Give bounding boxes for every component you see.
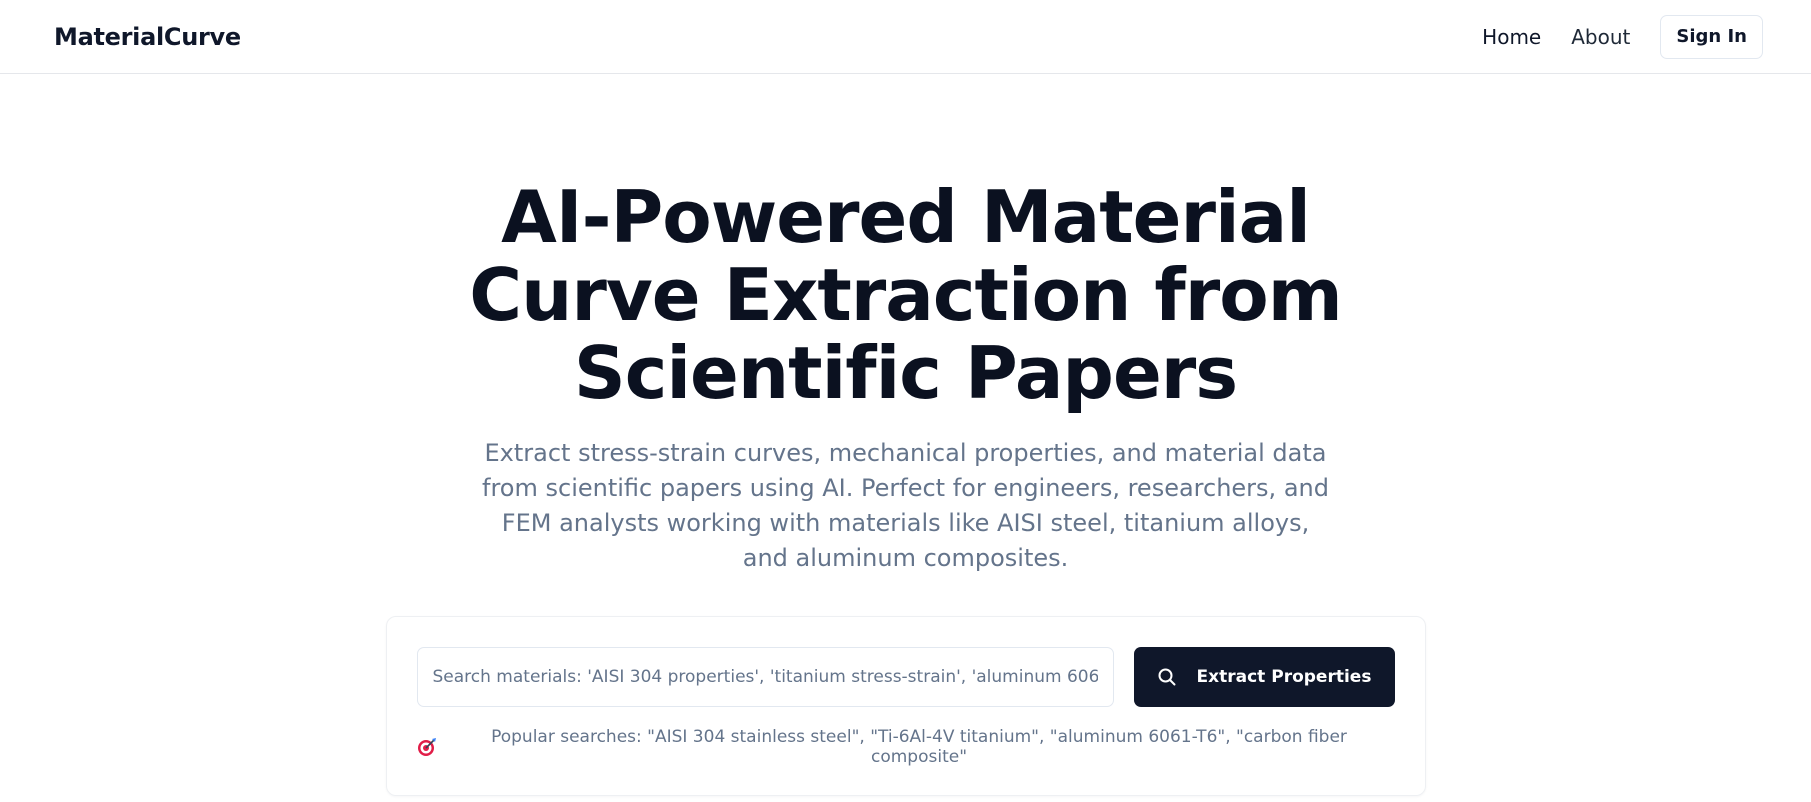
- brand-logo[interactable]: MaterialCurve: [54, 23, 241, 51]
- search-icon: [1157, 667, 1177, 687]
- extract-button-label: Extract Properties: [1196, 667, 1372, 687]
- top-navbar: MaterialCurve Home About Sign In: [0, 0, 1811, 74]
- main-nav: Home About Sign In: [1452, 14, 1763, 59]
- extract-properties-button[interactable]: Extract Properties: [1133, 647, 1395, 707]
- nav-home-link[interactable]: Home: [1482, 25, 1541, 49]
- hero-title: AI-Powered Material Curve Extraction fro…: [469, 175, 1342, 415]
- search-row: Extract Properties: [416, 647, 1395, 707]
- hero-subtitle: Extract stress-strain curves, mechanical…: [482, 439, 1329, 572]
- sign-in-button[interactable]: Sign In: [1660, 14, 1763, 59]
- search-input[interactable]: [416, 647, 1114, 707]
- popular-searches: Popular searches: "AISI 304 stainless st…: [417, 727, 1395, 767]
- hero-section: AI-Powered Material Curve Extraction fro…: [0, 178, 1811, 796]
- search-card: Extract Properties Popular searches: "AI…: [385, 616, 1426, 796]
- target-icon: [417, 737, 437, 757]
- nav-about-link[interactable]: About: [1571, 25, 1630, 49]
- popular-searches-text: Popular searches: "AISI 304 stainless st…: [491, 727, 1347, 767]
